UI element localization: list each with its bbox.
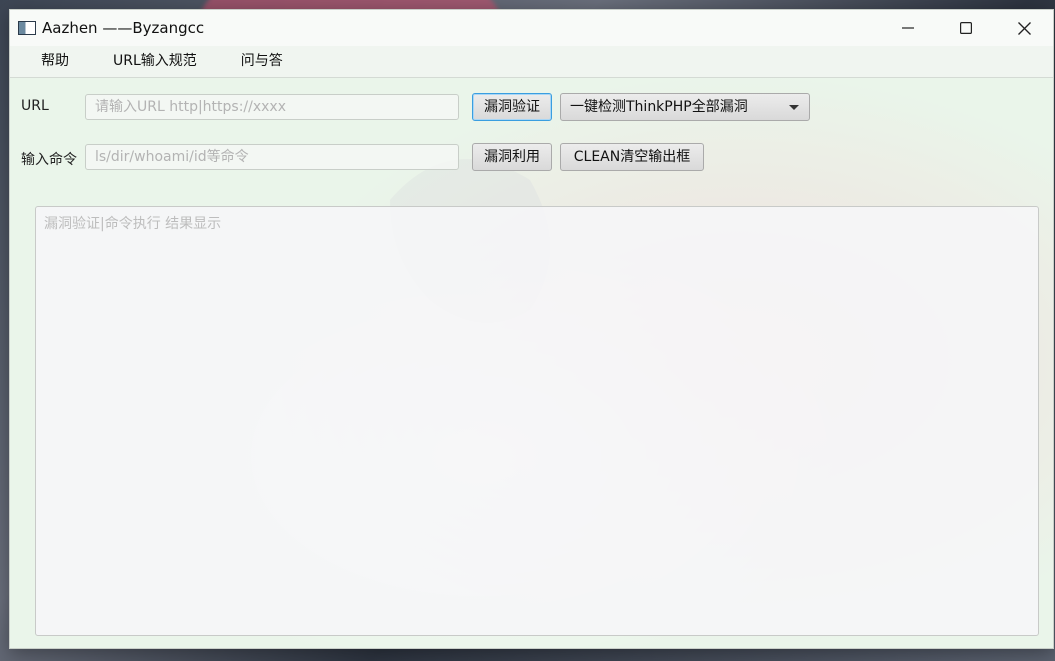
minimize-icon	[902, 27, 914, 29]
output-placeholder: 漏洞验证|命令执行 结果显示	[44, 216, 222, 232]
app-window-icon	[18, 21, 36, 35]
url-label: URL	[21, 98, 49, 114]
chevron-down-icon	[789, 105, 799, 110]
url-input[interactable]: 请输入URL http|https://xxxx	[85, 94, 459, 120]
verify-button[interactable]: 漏洞验证	[472, 93, 552, 121]
window-title: Aazhen ——Byzangcc	[42, 19, 205, 37]
minimize-button[interactable]	[879, 10, 937, 46]
maximize-icon	[960, 22, 972, 34]
menu-qa[interactable]: 问与答	[219, 46, 305, 77]
scan-mode-select[interactable]: 一键检测ThinkPHP全部漏洞	[560, 93, 810, 121]
command-label: 输入命令	[21, 152, 77, 168]
menu-url-spec[interactable]: URL输入规范	[91, 46, 219, 77]
output-textarea[interactable]: 漏洞验证|命令执行 结果显示	[35, 206, 1039, 636]
maximize-button[interactable]	[937, 10, 995, 46]
close-button[interactable]	[995, 10, 1053, 46]
title-bar: Aazhen ——Byzangcc	[10, 10, 1053, 46]
close-icon	[1017, 21, 1031, 35]
clean-output-button[interactable]: CLEAN清空输出框	[560, 143, 704, 171]
scan-mode-value: 一键检测ThinkPHP全部漏洞	[570, 99, 748, 115]
command-input[interactable]: ls/dir/whoami/id等命令	[85, 144, 459, 170]
menu-help[interactable]: 帮助	[10, 46, 91, 77]
menu-bar: 帮助 URL输入规范 问与答	[10, 46, 1053, 78]
window-controls	[879, 10, 1053, 46]
exploit-button[interactable]: 漏洞利用	[472, 143, 552, 171]
app-window: Aazhen ——Byzangcc 帮助 URL输入规范 问与答 URL 请输入…	[9, 9, 1054, 649]
